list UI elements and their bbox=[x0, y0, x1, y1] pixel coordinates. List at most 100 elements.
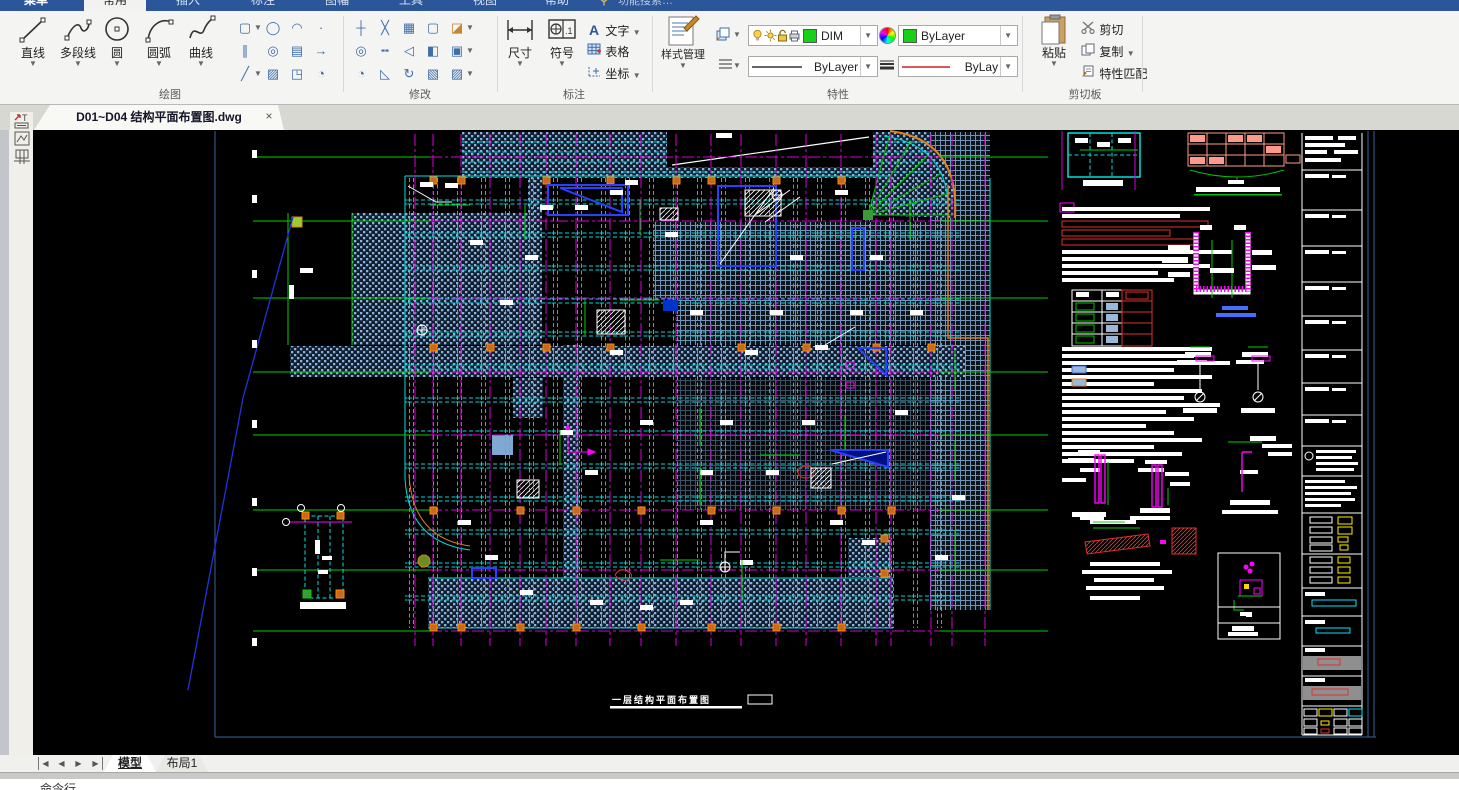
tab-model[interactable]: 模型 bbox=[104, 755, 156, 772]
circle-icon bbox=[102, 14, 132, 46]
chevron-down-icon[interactable]: ▼ bbox=[656, 62, 710, 70]
chevron-down-icon[interactable]: ▼ bbox=[1127, 49, 1135, 58]
line-button[interactable]: 直线 ▼ bbox=[11, 14, 55, 68]
grid-axis-icon[interactable] bbox=[12, 148, 32, 166]
chevron-down-icon[interactable]: ▼ bbox=[733, 57, 741, 75]
tab-annotate[interactable]: 标注 bbox=[238, 0, 288, 11]
table-button[interactable]: 表格 bbox=[586, 43, 629, 61]
chevron-down-icon[interactable]: ▼ bbox=[733, 26, 741, 44]
rectangle-tool-icon[interactable]: ▢ bbox=[236, 19, 254, 37]
erase-tool-icon[interactable]: ◪ bbox=[448, 19, 466, 37]
polyline-button[interactable]: 多段线 ▼ bbox=[56, 14, 100, 68]
hatch-tool-icon[interactable]: ▨ bbox=[264, 65, 282, 83]
rotate-tool-icon[interactable]: ↻ bbox=[400, 65, 418, 83]
chevron-down-icon[interactable]: ▼ bbox=[542, 60, 582, 68]
layer-select[interactable]: DIM ▼ bbox=[748, 25, 878, 46]
viewport-window-icon[interactable] bbox=[12, 130, 32, 148]
chevron-down-icon[interactable]: ▼ bbox=[181, 60, 221, 68]
chevron-down-icon[interactable]: ▼ bbox=[1000, 26, 1015, 45]
chevron-down-icon[interactable]: ▼ bbox=[139, 60, 179, 68]
next-layout-arrow[interactable]: ▶ bbox=[72, 757, 85, 770]
leader-tool-icon[interactable]: → bbox=[312, 42, 330, 60]
tab-layout1[interactable]: 布局1 bbox=[156, 755, 208, 772]
document-tab[interactable]: D01~D04 结构平面布置图.dwg bbox=[34, 105, 284, 130]
function-search-input[interactable]: 功能搜索… bbox=[618, 0, 673, 11]
symbol-button[interactable]: .1 符号 ▼ bbox=[542, 14, 582, 68]
chevron-down-icon[interactable]: ▼ bbox=[500, 60, 540, 68]
chevron-down-icon[interactable]: ▼ bbox=[633, 71, 641, 80]
region-tool-icon[interactable]: ▤ bbox=[288, 42, 306, 60]
linetype-select[interactable]: ByLayer ▼ bbox=[748, 56, 878, 77]
chamfer-tool-icon[interactable]: ◺ bbox=[376, 65, 394, 83]
dimension-button[interactable]: 尺寸 ▼ bbox=[500, 14, 540, 68]
fillet-tool-icon[interactable]: ▣ bbox=[448, 42, 466, 60]
chevron-down-icon[interactable]: ▼ bbox=[254, 65, 262, 83]
tab-view[interactable]: 视图 bbox=[460, 0, 510, 11]
stretch-tool-icon[interactable]: ◧ bbox=[424, 42, 442, 60]
layer-translate-icon[interactable]: T bbox=[12, 112, 32, 130]
chevron-down-icon[interactable]: ▼ bbox=[860, 57, 875, 76]
scale-tool-icon[interactable]: ▧ bbox=[424, 65, 442, 83]
break-tool-icon[interactable]: ◔ bbox=[352, 65, 370, 83]
chevron-down-icon[interactable]: ▼ bbox=[98, 60, 136, 68]
spline-button[interactable]: 曲线 ▼ bbox=[181, 14, 221, 68]
layer-unlock-icon bbox=[777, 29, 788, 42]
move-tool-icon[interactable]: ┼ bbox=[352, 19, 370, 37]
chevron-down-icon[interactable]: ▼ bbox=[633, 28, 641, 37]
linetype-icon[interactable] bbox=[716, 57, 734, 75]
point-tool-icon[interactable]: · bbox=[312, 19, 330, 37]
command-line-panel[interactable]: 命令行 bbox=[0, 779, 1459, 790]
polyline-icon bbox=[63, 14, 93, 46]
tab-help[interactable]: 帮助 bbox=[532, 0, 582, 11]
first-layout-arrow[interactable]: ◀ bbox=[38, 757, 52, 770]
tab-sheet[interactable]: 图幅 bbox=[312, 0, 362, 11]
boundary-tool-icon[interactable]: ◳ bbox=[288, 65, 306, 83]
chevron-down-icon[interactable]: ▼ bbox=[254, 19, 262, 37]
layer-states-icon[interactable] bbox=[714, 26, 732, 44]
chevron-down-icon[interactable]: ▼ bbox=[466, 19, 474, 37]
chevron-down-icon[interactable]: ▼ bbox=[56, 60, 100, 68]
paste-button[interactable]: 粘贴 ▼ bbox=[1032, 14, 1076, 68]
tab-home[interactable]: 常用 bbox=[84, 0, 146, 11]
lineweight-select[interactable]: ByLay ▼ bbox=[898, 56, 1018, 77]
color-wheel-icon[interactable] bbox=[878, 27, 896, 45]
color-select[interactable]: ByLayer ▼ bbox=[898, 25, 1018, 46]
match-properties-button[interactable]: 特性匹配 bbox=[1080, 65, 1147, 83]
array-tool-icon[interactable]: ▦ bbox=[400, 19, 418, 37]
prev-layout-arrow[interactable]: ◀ bbox=[55, 757, 68, 770]
mirror-tool-icon[interactable]: ◁ bbox=[400, 42, 418, 60]
text-button[interactable]: A 文字 ▼ bbox=[586, 21, 641, 39]
layout-tab-bar: ◀ ◀ ▶ ▶ 模型 布局1 bbox=[0, 755, 1459, 772]
ellipse-tool-icon[interactable]: ◯ bbox=[264, 19, 282, 37]
cad-canvas[interactable]: 一层结构平面布置图 bbox=[33, 130, 1459, 755]
style-manager-icon bbox=[666, 14, 700, 48]
ray-tool-icon[interactable]: ╱ bbox=[236, 65, 254, 83]
tab-tools[interactable]: 工具 bbox=[386, 0, 436, 11]
trim-tool-icon[interactable]: ╳ bbox=[376, 19, 394, 37]
style-manager-button[interactable]: 样式管理 ▼ bbox=[656, 14, 710, 70]
chevron-down-icon[interactable]: ▼ bbox=[466, 65, 474, 83]
arc-button[interactable]: 圆弧 ▼ bbox=[139, 14, 179, 68]
chevron-down-icon[interactable]: ▼ bbox=[11, 60, 55, 68]
extend-tool-icon[interactable]: ╍ bbox=[376, 42, 394, 60]
chevron-down-icon[interactable]: ▼ bbox=[466, 42, 474, 60]
explode-tool-icon[interactable]: ▨ bbox=[448, 65, 466, 83]
copy-button[interactable]: 复制 ▼ bbox=[1080, 43, 1135, 61]
cut-button[interactable]: 剪切 bbox=[1080, 21, 1123, 39]
last-layout-arrow[interactable]: ▶ bbox=[89, 757, 103, 770]
chevron-down-icon[interactable]: ▼ bbox=[1000, 57, 1015, 76]
copy-tool-icon[interactable]: ▢ bbox=[424, 19, 442, 37]
coordinate-button[interactable]: 坐标 ▼ bbox=[586, 65, 641, 83]
offset-tool-icon[interactable]: ◎ bbox=[352, 42, 370, 60]
close-icon[interactable]: × bbox=[262, 109, 276, 123]
wipeout-tool-icon[interactable]: ◔ bbox=[312, 65, 330, 83]
chevron-down-icon[interactable]: ▼ bbox=[1032, 60, 1076, 68]
lineweight-icon[interactable] bbox=[878, 58, 896, 76]
donut-tool-icon[interactable]: ◎ bbox=[264, 42, 282, 60]
app-menu-button[interactable]: 菜单 bbox=[14, 0, 58, 11]
arc-segment-tool-icon[interactable]: ◠ bbox=[288, 19, 306, 37]
chevron-down-icon[interactable]: ▼ bbox=[860, 26, 875, 45]
mline-tool-icon[interactable]: ∥ bbox=[236, 42, 254, 60]
circle-button[interactable]: 圆 ▼ bbox=[98, 14, 136, 68]
tab-insert[interactable]: 插入 bbox=[163, 0, 213, 11]
